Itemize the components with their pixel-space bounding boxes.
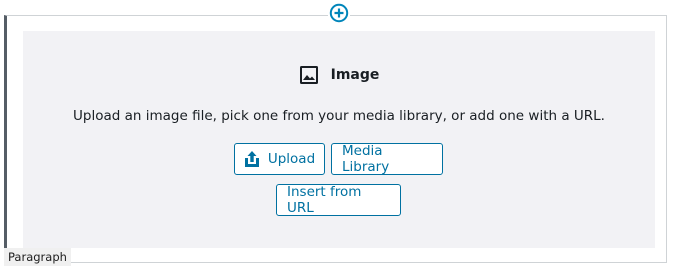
block-type-label: Paragraph (4, 248, 71, 266)
plus-circle-icon (329, 3, 349, 23)
media-library-button[interactable]: Media Library (331, 143, 443, 175)
insert-from-url-button[interactable]: Insert from URL (276, 184, 401, 216)
placeholder-label: Image (23, 65, 655, 85)
image-placeholder: Image Upload an image file, pick one fro… (23, 31, 655, 248)
placeholder-title: Image (330, 67, 380, 83)
image-icon (299, 65, 319, 85)
insert-from-url-button-label: Insert from URL (287, 184, 362, 216)
placeholder-instructions: Upload an image file, pick one from your… (73, 108, 605, 124)
block-inserter-button[interactable] (328, 2, 350, 24)
image-block-editor: Image Upload an image file, pick one fro… (0, 0, 676, 273)
upload-button[interactable]: Upload (234, 143, 325, 175)
upload-button-label: Upload (267, 151, 316, 167)
media-library-button-label: Media Library (342, 143, 390, 175)
upload-icon (244, 150, 260, 168)
